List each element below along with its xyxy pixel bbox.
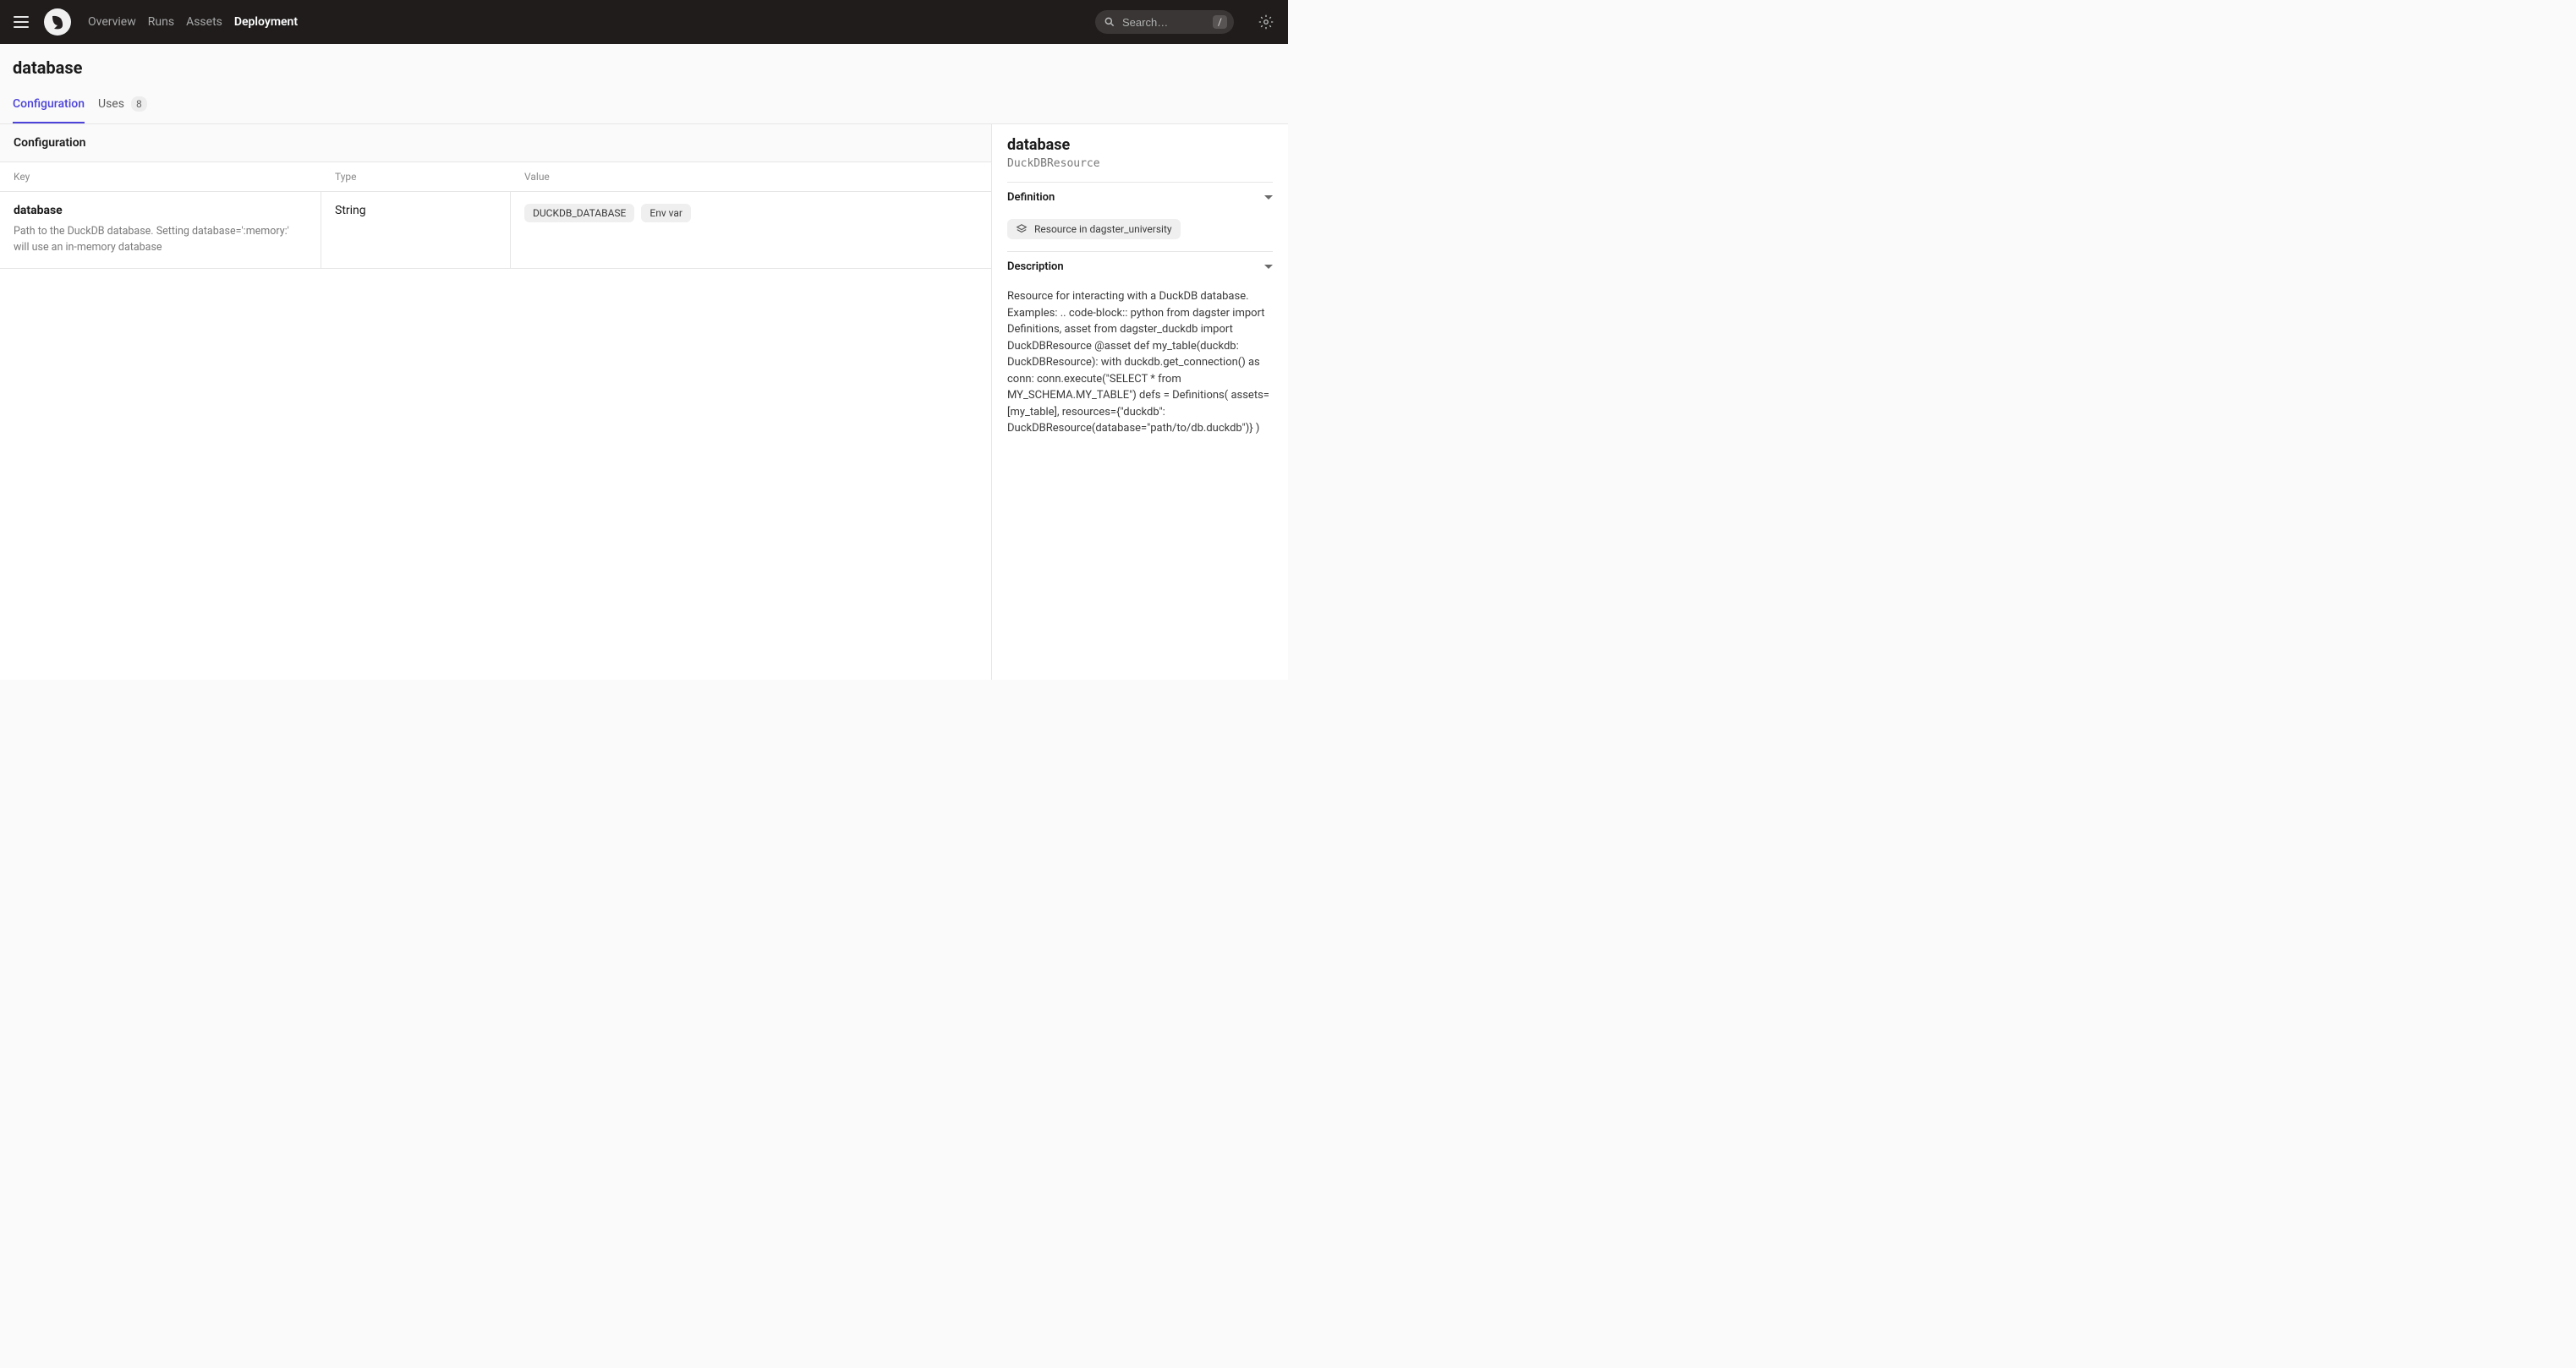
config-key-desc: Path to the DuckDB database. Setting dat…	[14, 224, 307, 256]
table-header: Key Type Value	[0, 162, 991, 192]
col-type-header: Type	[321, 162, 511, 191]
config-value-kind: Env var	[641, 204, 691, 222]
menu-icon[interactable]	[10, 13, 32, 31]
chevron-down-icon	[1264, 265, 1273, 269]
definition-chip[interactable]: Resource in dagster_university	[1007, 219, 1181, 239]
tab-uses[interactable]: Uses 8	[98, 96, 147, 123]
search-input[interactable]	[1122, 16, 1206, 29]
search-shortcut: /	[1213, 15, 1227, 29]
chevron-down-icon	[1264, 195, 1273, 200]
tab-label: Uses	[98, 97, 124, 111]
tab-configuration[interactable]: Configuration	[13, 97, 85, 123]
gear-icon	[1258, 14, 1274, 30]
table-row: database Path to the DuckDB database. Se…	[0, 192, 991, 269]
side-title: database	[1007, 136, 1273, 154]
nav-deployment[interactable]: Deployment	[234, 15, 298, 29]
side-subtitle: DuckDBResource	[1007, 157, 1273, 170]
config-type: String	[321, 192, 511, 268]
search-icon	[1104, 16, 1115, 28]
nav-runs[interactable]: Runs	[148, 15, 174, 29]
col-value-header: Value	[511, 162, 991, 191]
tab-label: Configuration	[13, 97, 85, 111]
settings-button[interactable]	[1254, 10, 1278, 34]
config-key-name: database	[14, 204, 307, 217]
col-key-header: Key	[0, 162, 321, 191]
page-title: database	[13, 57, 1274, 78]
config-value: DUCKDB_DATABASE	[524, 204, 634, 222]
resource-icon	[1016, 223, 1028, 235]
search-box[interactable]: /	[1095, 10, 1234, 34]
nav-assets[interactable]: Assets	[186, 15, 222, 29]
description-toggle[interactable]: Description	[1007, 251, 1273, 282]
definition-label: Definition	[1007, 191, 1055, 204]
nav-overview[interactable]: Overview	[88, 15, 136, 29]
description-label: Description	[1007, 260, 1064, 273]
definition-toggle[interactable]: Definition	[1007, 182, 1273, 212]
logo-icon[interactable]	[44, 8, 71, 36]
section-header: Configuration	[0, 124, 991, 162]
description-text: Resource for interacting with a DuckDB d…	[1007, 288, 1273, 437]
tab-badge: 8	[131, 96, 147, 112]
